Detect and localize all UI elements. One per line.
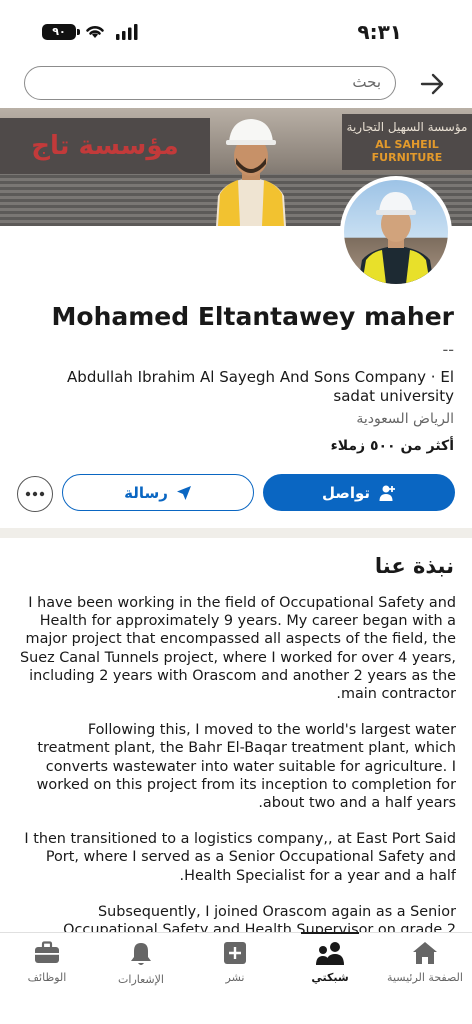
- about-paragraph: I have been working in the field of Occu…: [20, 595, 456, 703]
- nav-notifications-label: الإشعارات: [118, 973, 164, 986]
- connect-button[interactable]: تواصل: [263, 474, 455, 511]
- search-input[interactable]: بحث: [24, 66, 396, 100]
- connect-button-label: تواصل: [321, 483, 371, 502]
- about-title: نبذة عنا: [374, 554, 454, 578]
- avatar[interactable]: [340, 176, 452, 288]
- nav-jobs[interactable]: الوظائف: [0, 941, 94, 991]
- about-paragraph: I then transitioned to a logistics compa…: [24, 831, 456, 884]
- profile-location: الرياض السعودية: [356, 411, 454, 427]
- more-dots-icon: [25, 491, 45, 497]
- nav-home[interactable]: الصفحة الرئيسية: [378, 941, 472, 991]
- banner-sign-2-text: مؤسسة السهيل التجارية: [346, 120, 468, 134]
- avatar-photo: [358, 192, 434, 284]
- message-button-label: رسالة: [124, 483, 168, 502]
- banner-sign: مؤسسة تاج كساء التجارية: [0, 118, 210, 217]
- section-divider: [0, 528, 472, 538]
- nav-post-label: نشر: [225, 971, 245, 984]
- wifi-icon: [86, 26, 104, 38]
- profile-name: Mohamed Eltantawey maher: [51, 302, 454, 331]
- post-plus-icon: [224, 942, 246, 964]
- bottom-nav: الوظائف الإشعارات نشر شبكتي الصفحة الرئي…: [0, 932, 472, 1024]
- about-paragraph: Following this, I moved to the world's l…: [36, 722, 456, 812]
- nav-network[interactable]: شبكتي: [283, 932, 377, 991]
- bell-icon: [131, 943, 151, 965]
- banner-sign-2: مؤسسة السهيل التجارية AL SAHEIL FURNITUR…: [342, 114, 472, 170]
- banner-person-image: [216, 119, 286, 226]
- about-paragraph: Subsequently, I joined Orascom again as …: [63, 903, 456, 934]
- profile-company[interactable]: Abdullah Ibrahim Al Sayegh And Sons Comp…: [34, 368, 454, 406]
- active-tab-indicator: [301, 932, 359, 934]
- nav-notifications[interactable]: الإشعارات: [94, 941, 188, 991]
- home-icon: [413, 942, 437, 964]
- nav-jobs-label: الوظائف: [27, 971, 67, 984]
- back-arrow-icon[interactable]: [418, 70, 446, 98]
- briefcase-icon: [35, 941, 59, 963]
- nav-post[interactable]: نشر: [188, 941, 282, 991]
- status-bar: ٩٠ ٩:٣١: [0, 0, 472, 58]
- profile-headline: --: [442, 340, 454, 359]
- network-people-icon: [316, 942, 344, 965]
- status-time: ٩:٣١: [357, 20, 402, 44]
- more-options-button[interactable]: [17, 476, 53, 512]
- nav-home-label: الصفحة الرئيسية: [387, 971, 463, 984]
- banner-sign-2-sub: AL SAHEIL FURNITURE: [371, 138, 443, 164]
- signal-icon: [116, 24, 138, 40]
- battery-indicator: ٩٠: [42, 24, 80, 40]
- add-person-icon: [379, 485, 396, 501]
- profile-connections[interactable]: أكثر من ٥٠٠ زملاء: [331, 438, 454, 454]
- about-section: I have been working in the field of Occu…: [16, 594, 456, 934]
- message-button[interactable]: رسالة: [62, 474, 254, 511]
- nav-network-label: شبكتي: [311, 971, 349, 984]
- send-icon: [176, 485, 191, 500]
